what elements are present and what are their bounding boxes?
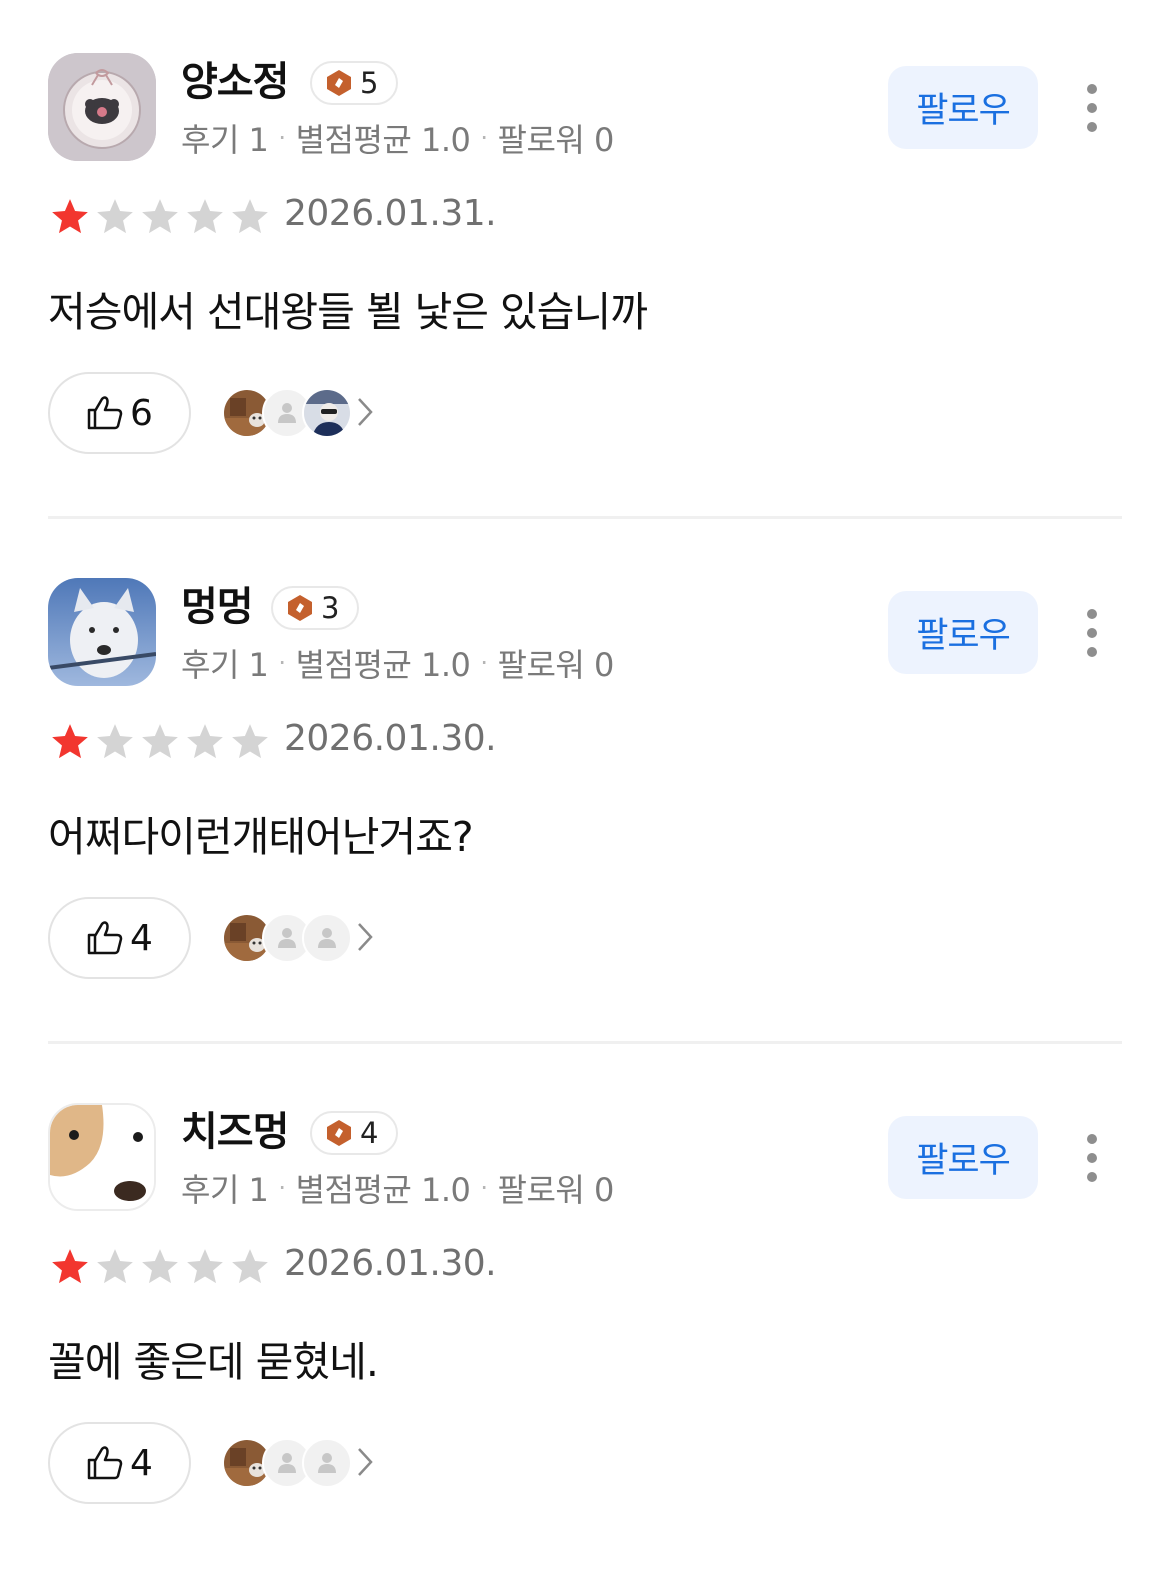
- review-date: 2026.01.30.: [284, 718, 497, 759]
- user-name[interactable]: 치즈멍: [181, 1106, 289, 1158]
- person-placeholder-icon: [318, 928, 336, 948]
- rating-average: 별점평균 1.0: [295, 1171, 471, 1209]
- dog-photo-icon: [48, 578, 156, 686]
- star-empty-icon: [232, 1249, 268, 1284]
- review-count: 후기 1: [181, 121, 269, 159]
- user-name[interactable]: 양소정: [181, 56, 289, 108]
- follow-button[interactable]: 팔로우: [888, 1116, 1038, 1199]
- person-photo-icon: [304, 390, 350, 436]
- person-placeholder-icon: [278, 928, 296, 948]
- review-item: 양소정 5 후기 1 · 별점평균 1.0 · 팔로워 0 팔로우 2026.0…: [0, 0, 1170, 525]
- like-button[interactable]: 6: [48, 372, 191, 454]
- review-item: 치즈멍 4 후기 1 · 별점평균 1.0 · 팔로워 0 팔로우 2026.0…: [0, 1050, 1170, 1575]
- liker-avatars[interactable]: [222, 1438, 382, 1488]
- level-badge: 4: [310, 1111, 399, 1155]
- review-count: 후기 1: [181, 646, 269, 684]
- star-filled-icon: [52, 199, 88, 234]
- avatar[interactable]: [48, 53, 156, 161]
- star-empty-icon: [97, 724, 133, 759]
- level-hexagon-icon: [327, 1120, 351, 1146]
- review-count: 후기 1: [181, 1171, 269, 1209]
- star-empty-icon: [232, 724, 268, 759]
- star-empty-icon: [187, 1249, 223, 1284]
- like-count: 6: [130, 392, 153, 434]
- star-empty-icon: [97, 199, 133, 234]
- like-count: 4: [130, 1442, 153, 1484]
- more-options-icon[interactable]: [1072, 1130, 1112, 1186]
- thumbs-up-icon: [87, 396, 123, 430]
- star-empty-icon: [97, 1249, 133, 1284]
- star-rating: [48, 721, 272, 763]
- person-placeholder-icon: [278, 1453, 296, 1473]
- level-number: 4: [360, 1115, 379, 1150]
- separator-dot: ·: [480, 124, 488, 152]
- review-text: 어쩌다이런개태어난거죠?: [48, 813, 474, 861]
- review-text: 꼴에 좋은데 묻혔네.: [48, 1338, 379, 1386]
- like-button[interactable]: 4: [48, 897, 191, 979]
- level-hexagon-icon: [327, 70, 351, 96]
- star-empty-icon: [142, 724, 178, 759]
- person-placeholder-icon: [278, 403, 296, 423]
- rating-average: 별점평균 1.0: [295, 121, 471, 159]
- star-empty-icon: [142, 1249, 178, 1284]
- user-stats: 후기 1 · 별점평균 1.0 · 팔로워 0: [181, 1165, 614, 1211]
- thumbs-up-icon: [87, 921, 123, 955]
- review-date: 2026.01.31.: [284, 193, 497, 234]
- liker-avatars[interactable]: [222, 388, 382, 438]
- star-empty-icon: [142, 199, 178, 234]
- sheep-plush-icon: [48, 53, 156, 161]
- like-count: 4: [130, 917, 153, 959]
- separator-dot: ·: [278, 649, 286, 677]
- user-stats: 후기 1 · 별점평균 1.0 · 팔로워 0: [181, 115, 614, 161]
- star-empty-icon: [187, 724, 223, 759]
- review-item: 멍멍 3 후기 1 · 별점평균 1.0 · 팔로워 0 팔로우 2026.01…: [0, 525, 1170, 1050]
- review-text: 저승에서 선대왕들 뵐 낯은 있습니까: [48, 288, 648, 336]
- review-date: 2026.01.30.: [284, 1243, 497, 1284]
- level-badge: 5: [310, 61, 399, 105]
- user-stats: 후기 1 · 별점평균 1.0 · 팔로워 0: [181, 640, 614, 686]
- more-options-icon[interactable]: [1072, 80, 1112, 136]
- star-empty-icon: [232, 199, 268, 234]
- liker-avatar: [302, 388, 352, 438]
- follower-count: 팔로워 0: [497, 1171, 615, 1209]
- level-number: 3: [321, 590, 340, 625]
- follow-button[interactable]: 팔로우: [888, 591, 1038, 674]
- liker-avatars[interactable]: [222, 913, 382, 963]
- like-button[interactable]: 4: [48, 1422, 191, 1504]
- divider: [48, 1041, 1122, 1044]
- chevron-right-icon: [358, 398, 373, 426]
- avatar[interactable]: [48, 1103, 156, 1211]
- user-name[interactable]: 멍멍: [181, 581, 254, 633]
- thumbs-up-icon: [87, 1446, 123, 1480]
- liker-avatar: [302, 913, 352, 963]
- level-hexagon-icon: [288, 595, 312, 621]
- star-filled-icon: [52, 724, 88, 759]
- cartoon-dog-icon: [50, 1105, 154, 1209]
- avatar[interactable]: [48, 578, 156, 686]
- star-empty-icon: [187, 199, 223, 234]
- star-filled-icon: [52, 1249, 88, 1284]
- divider: [48, 516, 1122, 519]
- star-rating: [48, 1246, 272, 1288]
- follower-count: 팔로워 0: [497, 121, 615, 159]
- rating-average: 별점평균 1.0: [295, 646, 471, 684]
- follow-button[interactable]: 팔로우: [888, 66, 1038, 149]
- level-number: 5: [360, 65, 379, 100]
- separator-dot: ·: [278, 124, 286, 152]
- separator-dot: ·: [480, 1174, 488, 1202]
- separator-dot: ·: [480, 649, 488, 677]
- more-options-icon[interactable]: [1072, 605, 1112, 661]
- liker-avatar: [302, 1438, 352, 1488]
- star-rating: [48, 196, 272, 238]
- chevron-right-icon: [358, 923, 373, 951]
- person-placeholder-icon: [318, 1453, 336, 1473]
- chevron-right-icon: [358, 1448, 373, 1476]
- separator-dot: ·: [278, 1174, 286, 1202]
- level-badge: 3: [271, 586, 360, 630]
- follower-count: 팔로워 0: [497, 646, 615, 684]
